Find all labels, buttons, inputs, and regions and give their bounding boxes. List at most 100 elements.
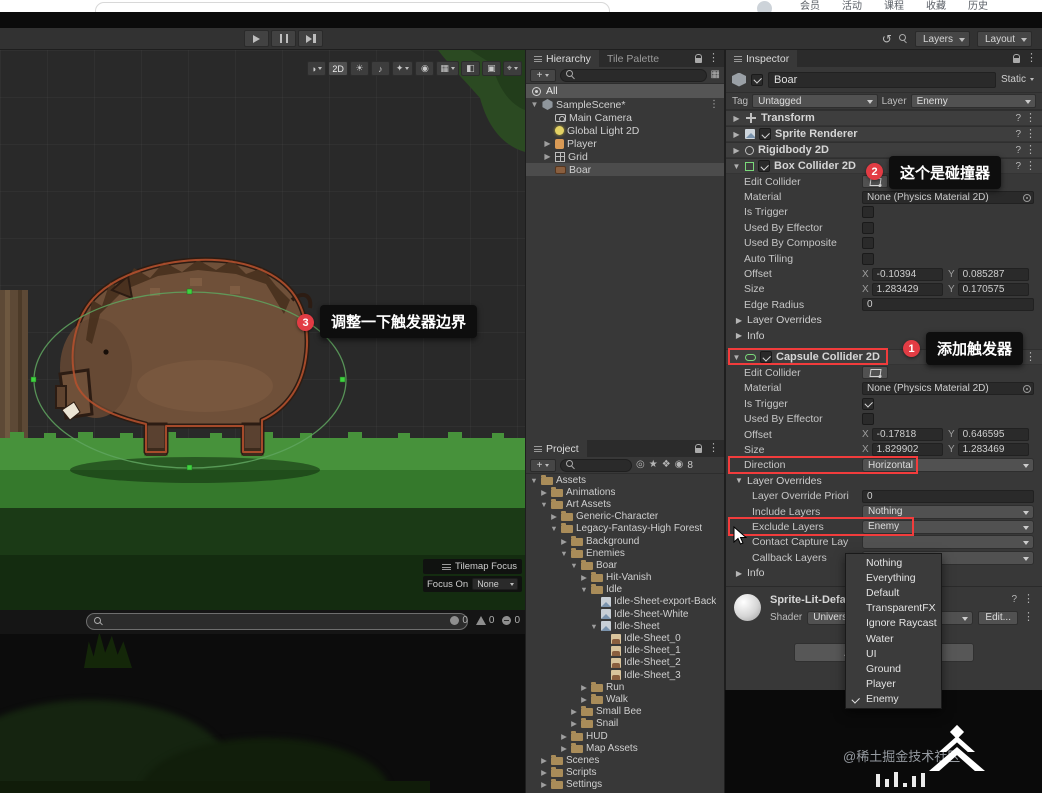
camera-settings-button[interactable]: ▣	[481, 61, 501, 76]
component-tools-button[interactable]: ◧	[460, 61, 480, 76]
expand-arrow[interactable]: ▶	[570, 719, 578, 728]
project-item-hud[interactable]: ▶ HUD	[526, 730, 724, 742]
expand-arrow[interactable]: ▶	[550, 512, 558, 521]
foldout-layer-overrides[interactable]: ▼ Layer Overrides	[726, 473, 1042, 488]
component-enabled-checkbox[interactable]	[760, 351, 772, 364]
used-by-composite-checkbox[interactable]	[862, 237, 874, 250]
expand-arrow[interactable]: ▶	[540, 756, 548, 765]
gameobject-active-checkbox[interactable]	[751, 73, 763, 86]
material-field[interactable]: None (Physics Material 2D)	[862, 381, 1034, 395]
hierarchy-item-main-camera[interactable]: Main Camera	[526, 111, 724, 124]
expand-arrow[interactable]: ▶	[543, 152, 552, 161]
material-preview-sphere[interactable]	[734, 593, 761, 621]
project-item-assets[interactable]: ▼ Assets	[526, 474, 724, 486]
hierarchy-item-boar[interactable]: Boar	[526, 163, 724, 176]
component-header-transform[interactable]: ▶ Transform? ⋮	[726, 110, 1042, 126]
layer-option-player[interactable]: Player	[846, 677, 941, 692]
more-options-icon[interactable]: ⋮	[1025, 128, 1036, 140]
project-item-scenes[interactable]: ▶ Scenes	[526, 754, 724, 766]
component-enabled-checkbox[interactable]	[759, 128, 771, 140]
layer-option-default[interactable]: Default	[846, 585, 941, 600]
item-menu-icon[interactable]: ⋮	[709, 99, 724, 110]
object-picker-icon[interactable]	[1023, 193, 1031, 202]
effects-toggle-button[interactable]: ✦	[391, 61, 414, 76]
contact-capture-lay-dropdown[interactable]	[862, 535, 1034, 550]
expand-arrow[interactable]: ▶	[543, 139, 552, 148]
expand-arrow[interactable]: ▶	[540, 488, 548, 497]
layer-option-nothing[interactable]: Nothing	[846, 555, 941, 570]
expand-arrow[interactable]: ▶	[560, 537, 568, 546]
panel-options-icon[interactable]: ⋮	[708, 53, 719, 64]
layer-override-priori-field[interactable]: 0	[862, 489, 1034, 503]
more-options-icon[interactable]: ⋮	[1025, 351, 1036, 363]
project-item-scripts[interactable]: ▶ Scripts	[526, 767, 724, 779]
panel-options-icon[interactable]: ⋮	[708, 443, 719, 454]
size-y-field[interactable]: 1.283469	[957, 443, 1029, 457]
hierarchy-item-player[interactable]: ▶ Player	[526, 137, 724, 150]
layer-option-enemy[interactable]: Enemy	[846, 692, 941, 707]
expand-arrow[interactable]: ▶	[540, 768, 548, 777]
project-item-idle-sheet-export-back[interactable]: Idle-Sheet-export-Back	[526, 596, 724, 608]
static-dropdown[interactable]: Static	[1001, 74, 1036, 85]
auto-tiling-checkbox[interactable]	[862, 252, 874, 265]
tab-hierarchy[interactable]: Hierarchy	[526, 50, 599, 67]
project-item-small-bee[interactable]: ▶ Small Bee	[526, 706, 724, 718]
create-button[interactable]: +	[530, 458, 556, 472]
help-icon[interactable]: ?	[1011, 594, 1017, 605]
project-item-boar[interactable]: ▼ Boar	[526, 559, 724, 571]
tab-tile-palette[interactable]: Tile Palette	[599, 53, 667, 65]
panel-options-icon[interactable]: ⋮	[1026, 53, 1037, 64]
gameobject-name-field[interactable]: Boar	[768, 71, 996, 88]
tab-inspector[interactable]: Inspector	[726, 50, 798, 67]
search-icon[interactable]	[898, 34, 908, 44]
is-trigger-checkbox[interactable]	[862, 397, 874, 410]
layer-option-everything[interactable]: Everything	[846, 570, 941, 585]
layout-dropdown[interactable]: Layout	[976, 31, 1032, 47]
project-item-idle-sheet[interactable]: ▼ Idle-Sheet	[526, 620, 724, 632]
expand-arrow[interactable]: ▶	[570, 707, 578, 716]
more-options-icon[interactable]: ⋮	[1023, 612, 1034, 623]
help-icon[interactable]: ?	[1015, 129, 1021, 140]
expand-arrow[interactable]: ▶	[580, 695, 588, 704]
help-icon[interactable]: ?	[1015, 161, 1021, 172]
browser-nav-item[interactable]: 活动	[842, 0, 862, 12]
console-search-input[interactable]	[86, 613, 468, 630]
draw-mode-button[interactable]: ◑	[306, 61, 327, 76]
is-trigger-checkbox[interactable]	[862, 206, 874, 219]
more-options-icon[interactable]: ⋮	[1025, 112, 1036, 124]
edit-collider-button[interactable]	[862, 366, 888, 380]
edge-radius-field[interactable]: 0	[862, 298, 1034, 312]
layers-dropdown[interactable]: Layers	[914, 31, 970, 47]
lighting-toggle-button[interactable]: ☀	[349, 61, 369, 76]
component-enabled-checkbox[interactable]	[758, 160, 770, 172]
info-counter[interactable]: 0	[450, 615, 468, 626]
drag-handle-icon[interactable]	[442, 563, 452, 570]
project-item-generic-character[interactable]: ▶ Generic-Character	[526, 511, 724, 523]
layer-option-ui[interactable]: UI	[846, 646, 941, 661]
pause-button[interactable]	[271, 30, 296, 47]
expand-arrow[interactable]: ▼	[580, 585, 588, 594]
project-item-map-assets[interactable]: ▶ Map Assets	[526, 742, 724, 754]
expand-arrow[interactable]: ▼	[540, 500, 548, 509]
focus-on-dropdown[interactable]: None	[472, 578, 518, 590]
expand-arrow[interactable]: ▶	[560, 744, 568, 753]
help-icon[interactable]: ?	[1015, 145, 1021, 156]
size-x-field[interactable]: 1.283429	[871, 282, 943, 296]
expand-arrow[interactable]: ▶	[560, 732, 568, 741]
project-item-idle[interactable]: ▼ Idle	[526, 584, 724, 596]
help-icon[interactable]: ?	[1015, 113, 1021, 124]
expand-arrow[interactable]: ▼	[550, 524, 558, 533]
2d-toggle-button[interactable]: 2D	[328, 61, 348, 76]
hierarchy-item-global-light-2d[interactable]: Global Light 2D	[526, 124, 724, 137]
project-item-idle-sheet-3[interactable]: Idle-Sheet_3	[526, 669, 724, 681]
browser-nav-item[interactable]: 课程	[884, 0, 904, 12]
used-by-effector-checkbox[interactable]	[862, 221, 874, 234]
more-options-icon[interactable]: ⋮	[1025, 144, 1036, 156]
offset-x-field[interactable]: -0.10394	[871, 267, 943, 281]
browser-nav-item[interactable]: 会员	[800, 0, 820, 12]
search-by-type-icon[interactable]: ◎	[636, 460, 645, 470]
project-item-walk[interactable]: ▶ Walk	[526, 693, 724, 705]
project-item-idle-sheet-2[interactable]: Idle-Sheet_2	[526, 657, 724, 669]
more-options-icon[interactable]: ⋮	[1023, 594, 1034, 605]
object-picker-icon[interactable]	[1023, 384, 1031, 393]
